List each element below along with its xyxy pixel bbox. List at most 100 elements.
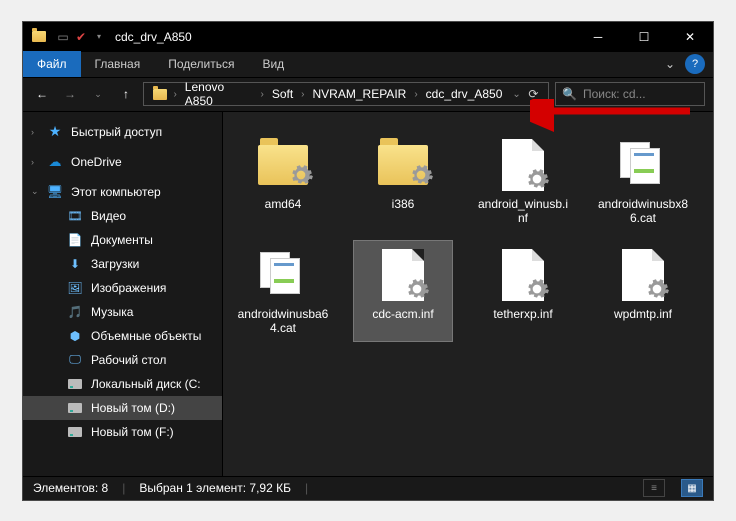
- file-thumbnail: [615, 247, 671, 303]
- file-item[interactable]: i386: [353, 130, 453, 232]
- status-selection: Выбран 1 элемент: 7,92 КБ: [139, 481, 291, 495]
- nav-drive-f[interactable]: Новый том (F:): [23, 420, 222, 444]
- nav-this-pc[interactable]: ⌄ 🖥 Этот компьютер: [23, 180, 222, 204]
- up-button[interactable]: ↑: [115, 83, 137, 105]
- view-details-button[interactable]: ≡: [643, 479, 665, 497]
- chevron-right-icon[interactable]: ›: [173, 89, 176, 100]
- nav-label: Новый том (F:): [91, 425, 174, 439]
- nav-label: OneDrive: [71, 155, 122, 169]
- file-list[interactable]: amd64 i386 android_winusb.inf androidwinusb…: [223, 112, 713, 476]
- tab-file[interactable]: Файл: [23, 51, 81, 77]
- chevron-right-icon[interactable]: ›: [301, 89, 304, 100]
- expand-icon[interactable]: ›: [31, 157, 34, 167]
- cube-icon: ⬢: [67, 328, 83, 344]
- file-thumbnail: [375, 137, 431, 193]
- file-item[interactable]: cdc-acm.inf: [353, 240, 453, 342]
- pc-icon: 🖥: [47, 184, 63, 200]
- nav-label: Рабочий стол: [91, 353, 166, 367]
- nav-drive-d[interactable]: Новый том (D:): [23, 396, 222, 420]
- chevron-right-icon[interactable]: ›: [414, 89, 417, 100]
- search-input[interactable]: 🔍 Поиск: cd...: [555, 82, 705, 106]
- qat-down-icon[interactable]: ▾: [91, 29, 107, 45]
- nav-drive-c[interactable]: Локальный диск (C:: [23, 372, 222, 396]
- nav-label: Новый том (D:): [91, 401, 175, 415]
- file-thumbnail: [255, 247, 311, 303]
- navigation-pane[interactable]: › ★ Быстрый доступ › ☁ OneDrive ⌄ 🖥 Этот…: [23, 112, 223, 476]
- drive-icon: [67, 424, 83, 440]
- file-item[interactable]: wpdmtp.inf: [593, 240, 693, 342]
- drive-icon: [67, 400, 83, 416]
- chevron-right-icon[interactable]: ›: [260, 89, 263, 100]
- address-bar-row: ← → ⌄ ↑ › Lenovo A850 › Soft › NVRAM_REP…: [23, 78, 713, 112]
- nav-documents[interactable]: 📄 Документы: [23, 228, 222, 252]
- address-bar[interactable]: › Lenovo A850 › Soft › NVRAM_REPAIR › cd…: [143, 82, 549, 106]
- nav-pictures[interactable]: 🖼 Изображения: [23, 276, 222, 300]
- file-item[interactable]: androidwinusbx86.cat: [593, 130, 693, 232]
- file-item[interactable]: androidwinusba64.cat: [233, 240, 333, 342]
- file-item[interactable]: android_winusb.inf: [473, 130, 573, 232]
- nav-label: Музыка: [91, 305, 133, 319]
- search-icon: 🔍: [562, 87, 577, 101]
- breadcrumb-item[interactable]: NVRAM_REPAIR: [307, 83, 413, 105]
- tab-home[interactable]: Главная: [81, 51, 155, 77]
- nav-label: Изображения: [91, 281, 166, 295]
- nav-label: Объемные объекты: [91, 329, 201, 343]
- documents-icon: 📄: [67, 232, 83, 248]
- ribbon-tabs: Файл Главная Поделиться Вид ⌄ ?: [23, 52, 713, 78]
- forward-button[interactable]: →: [59, 83, 81, 105]
- file-label: androidwinusbx86.cat: [596, 197, 690, 225]
- cloud-icon: ☁: [47, 154, 63, 170]
- pictures-icon: 🖼: [67, 280, 83, 296]
- tab-view[interactable]: Вид: [248, 51, 298, 77]
- file-thumbnail: [495, 247, 551, 303]
- nav-onedrive[interactable]: › ☁ OneDrive: [23, 150, 222, 174]
- nav-label: Загрузки: [91, 257, 139, 271]
- collapse-icon[interactable]: ⌄: [31, 186, 39, 197]
- file-item[interactable]: amd64: [233, 130, 333, 232]
- qat-properties-icon[interactable]: ▭: [55, 29, 71, 45]
- file-label: tetherxp.inf: [493, 307, 552, 321]
- ribbon-expand-icon[interactable]: ⌄: [655, 57, 685, 71]
- folder-icon: [152, 86, 167, 102]
- qat-check-icon[interactable]: ✔: [73, 29, 89, 45]
- nav-3d-objects[interactable]: ⬢ Объемные объекты: [23, 324, 222, 348]
- nav-label: Документы: [91, 233, 153, 247]
- close-button[interactable]: ✕: [667, 22, 713, 52]
- view-icons-button[interactable]: ▦: [681, 479, 703, 497]
- status-bar: Элементов: 8 | Выбран 1 элемент: 7,92 КБ…: [23, 476, 713, 500]
- recent-dropdown-icon[interactable]: ⌄: [87, 83, 109, 105]
- file-label: androidwinusba64.cat: [236, 307, 330, 335]
- drive-icon: [67, 376, 83, 392]
- nav-label: Этот компьютер: [71, 185, 161, 199]
- back-button[interactable]: ←: [31, 83, 53, 105]
- maximize-button[interactable]: ☐: [621, 22, 667, 52]
- video-icon: 🎞: [67, 208, 83, 224]
- breadcrumb-item[interactable]: Lenovo A850: [179, 83, 259, 105]
- nav-label: Локальный диск (C:: [91, 377, 201, 391]
- expand-icon[interactable]: ›: [31, 127, 34, 137]
- nav-videos[interactable]: 🎞Видео: [23, 204, 222, 228]
- folder-icon: [31, 29, 47, 45]
- nav-label: Быстрый доступ: [71, 125, 162, 139]
- nav-desktop[interactable]: 🖵Рабочий стол: [23, 348, 222, 372]
- minimize-button[interactable]: ─: [575, 22, 621, 52]
- explorer-window: ▭ ✔ ▾ cdc_drv_A850 ─ ☐ ✕ Файл Главная По…: [22, 21, 714, 501]
- file-thumbnail: [255, 137, 311, 193]
- nav-music[interactable]: 🎵Музыка: [23, 300, 222, 324]
- help-button[interactable]: ?: [685, 54, 705, 74]
- file-thumbnail: [375, 247, 431, 303]
- nav-quick-access[interactable]: › ★ Быстрый доступ: [23, 120, 222, 144]
- nav-downloads[interactable]: ⬇Загрузки: [23, 252, 222, 276]
- file-label: android_winusb.inf: [476, 197, 570, 225]
- refresh-button[interactable]: ⟳: [523, 83, 544, 105]
- dropdown-icon[interactable]: ⌄: [512, 89, 520, 100]
- window-title: cdc_drv_A850: [115, 30, 575, 44]
- title-bar[interactable]: ▭ ✔ ▾ cdc_drv_A850 ─ ☐ ✕: [23, 22, 713, 52]
- breadcrumb-item[interactable]: Soft: [266, 83, 299, 105]
- star-icon: ★: [47, 124, 63, 140]
- file-item[interactable]: tetherxp.inf: [473, 240, 573, 342]
- file-label: i386: [392, 197, 415, 211]
- search-placeholder: Поиск: cd...: [583, 87, 646, 101]
- breadcrumb-item[interactable]: cdc_drv_A850: [420, 83, 509, 105]
- tab-share[interactable]: Поделиться: [154, 51, 248, 77]
